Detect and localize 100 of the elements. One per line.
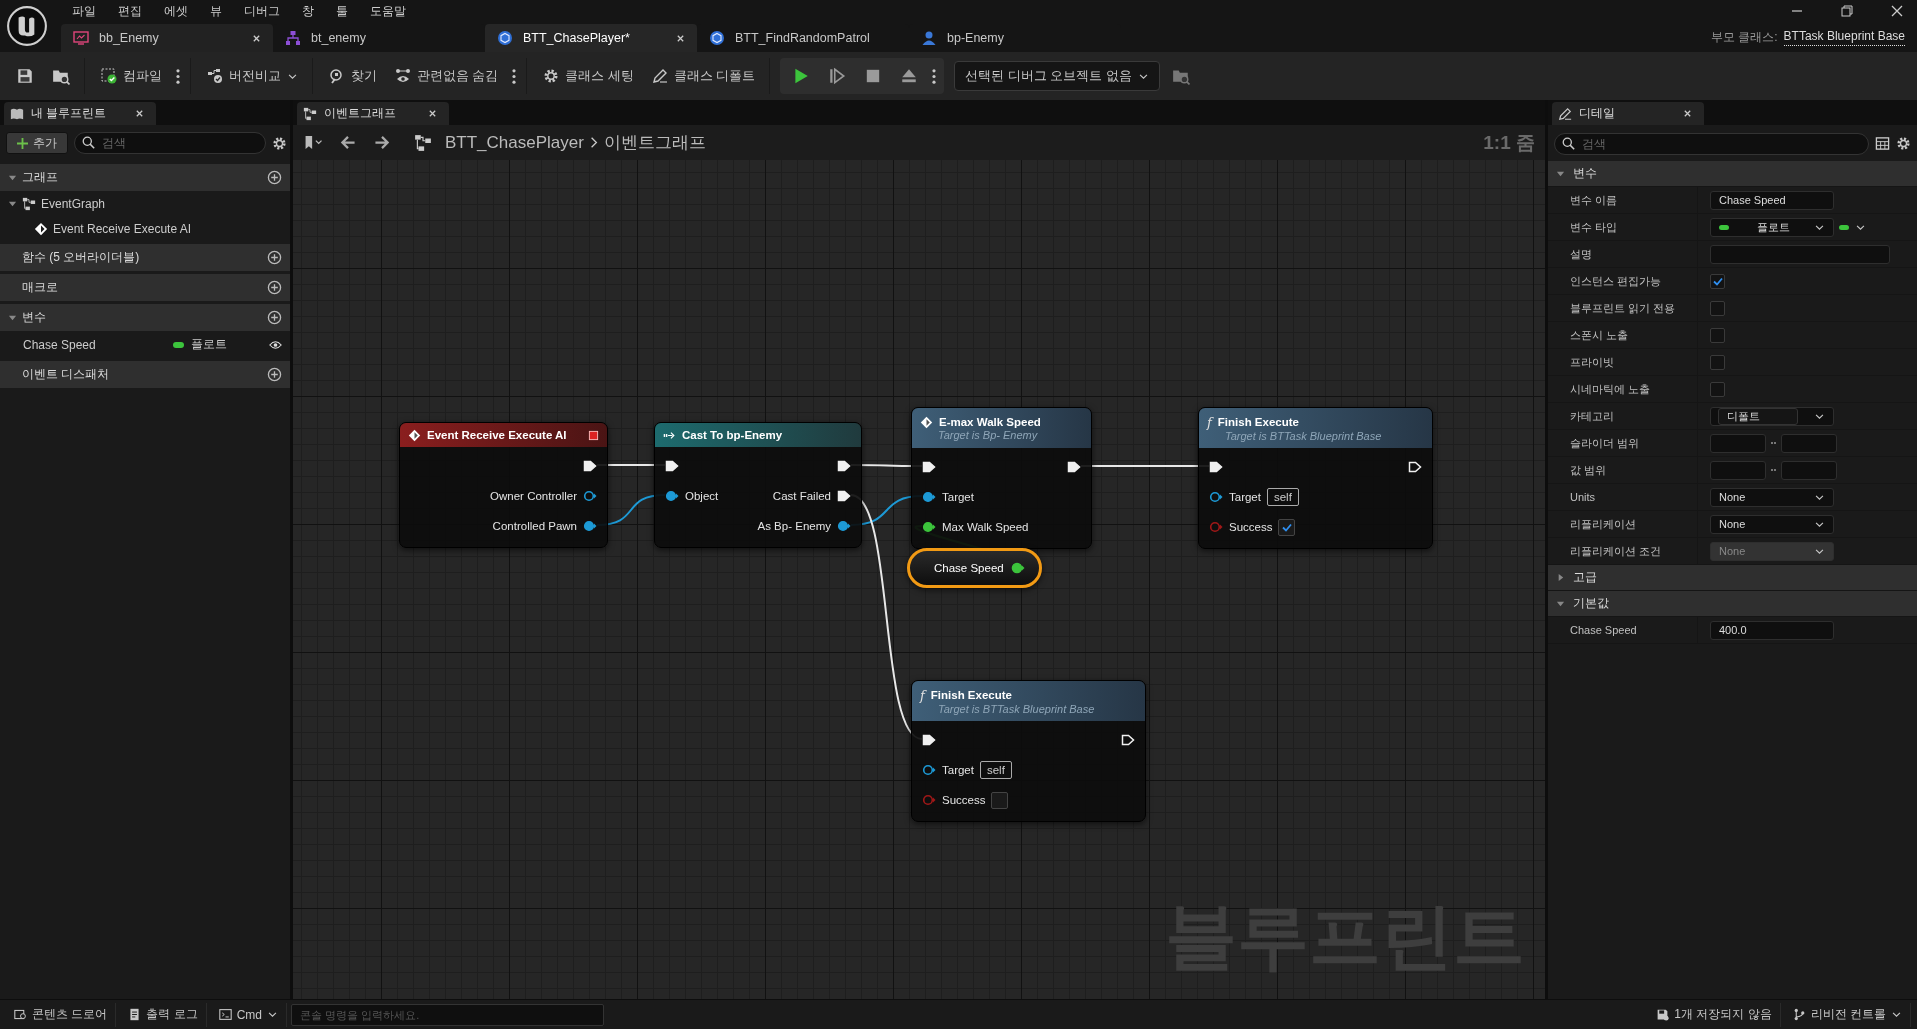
variable-type[interactable]: 플로트 [191, 336, 269, 353]
property-label: 슬라이더 범위 [1548, 430, 1698, 456]
search-field[interactable]: 검색 [74, 132, 266, 154]
section-header[interactable]: 이벤트 디스패처 [0, 361, 290, 388]
function-glyph: f [920, 687, 925, 703]
node-title: Cast To bp-Enemy [682, 429, 784, 441]
section-header[interactable]: 변수 [0, 304, 290, 331]
category-combo-box[interactable]: 디폴트 [1710, 406, 1834, 426]
menu-item[interactable]: 편집 [107, 2, 153, 20]
section-title: 기본값 [1573, 595, 1610, 612]
toolbar-button[interactable]: 컴파일 [95, 61, 168, 91]
parent-class-link[interactable]: BTTask Blueprint Base [1783, 28, 1905, 46]
document-tab[interactable]: bb_Enemy [61, 24, 273, 52]
panel-tab[interactable]: 디테일 [1552, 102, 1704, 125]
panel-tab[interactable]: 내 블루프린트 [4, 102, 156, 125]
graph-node[interactable]: f Finish Execute Target is BTTask Blueprint Base Target self Success [1198, 407, 1433, 549]
section-title: 고급 [1573, 569, 1598, 586]
tree-item[interactable]: Event Receive Execute AI [0, 216, 290, 241]
search-field[interactable]: 검색 [1554, 133, 1869, 155]
graph-node[interactable]: f Finish Execute Target is BTTask Blueprint Base Target self Success [911, 680, 1146, 822]
property-label: 리플리케이션 조건 [1548, 538, 1698, 564]
pin-label: Target [942, 491, 974, 503]
node-subtitle: Target is BTTask Blueprint Base [1224, 429, 1383, 442]
section-title: 매크로 [22, 279, 59, 296]
menu-item[interactable]: 툴 [325, 2, 359, 20]
section-header[interactable]: 매크로 [0, 274, 290, 301]
zoom-label: 1:1 줌 [1483, 130, 1535, 155]
pin-value-field[interactable]: self [979, 761, 1012, 779]
menu-item[interactable]: 디버그 [233, 2, 291, 20]
property-label: 설명 [1548, 241, 1698, 267]
text-field[interactable]: Chase Speed [1710, 190, 1834, 210]
toolbar-button[interactable]: 찾기 [323, 61, 383, 91]
graph-node[interactable]: Chase Speed [907, 548, 1042, 588]
command-dropdown[interactable]: Cmd [210, 1002, 288, 1027]
menu-item[interactable]: 에셋 [153, 2, 199, 20]
text-field[interactable]: 400.0 [1710, 620, 1834, 640]
status-button[interactable]: 출력 로그 [120, 1002, 207, 1027]
property-label: 스폰시 노출 [1548, 322, 1698, 348]
property-label: 변수 타입 [1548, 214, 1698, 240]
node-title: Finish Execute [930, 689, 1013, 701]
section-title: 그래프 [22, 169, 59, 186]
section-header[interactable]: 고급 [1548, 565, 1917, 591]
property-label: 변수 이름 [1548, 187, 1698, 213]
function-glyph: f [1207, 414, 1212, 430]
debug-object-dropdown[interactable]: 선택된 디버그 오브젝트 없음 [954, 61, 1160, 91]
menu-item[interactable]: 파일 [61, 2, 107, 20]
pin-label: Success [1229, 521, 1273, 533]
menu-item[interactable]: 창 [291, 2, 325, 20]
node-subtitle: Target is BTTask Blueprint Base [937, 702, 1096, 715]
parent-class-label: 부모 클래스: [1710, 28, 1778, 46]
property-label: 블루프린트 읽기 전용 [1548, 295, 1698, 321]
dropdown[interactable]: None [1710, 487, 1834, 507]
document-tab[interactable]: BTT_ChasePlayer* [485, 24, 697, 52]
variable-name[interactable]: Chase Speed [23, 337, 173, 352]
property-label: 시네마틱에 노출 [1548, 376, 1698, 402]
node-title: E-max Walk Speed [939, 416, 1042, 428]
toolbar-button[interactable]: 버전비교 [201, 61, 304, 91]
node-title: Finish Execute [1217, 416, 1300, 428]
pin-value-field[interactable]: self [1266, 488, 1299, 506]
pin-label: Target [942, 764, 974, 776]
add-button[interactable]: 추가 [6, 132, 68, 154]
toolbar-button[interactable]: 관련없음 숨김 [389, 61, 505, 91]
toolbar-button[interactable]: 클래스 디폴트 [645, 61, 762, 91]
graph-node[interactable]: Cast To bp-Enemy Object Cast Failed As Bp- Enemy [654, 422, 862, 548]
property-label: 카테고리 [1548, 403, 1698, 429]
section-title: 이벤트 디스패처 [22, 366, 111, 383]
panel-tab[interactable]: 이벤트그래프 [297, 102, 449, 125]
property-label: Units [1548, 484, 1698, 510]
status-button[interactable]: 콘텐츠 드로어 [6, 1002, 117, 1027]
tab-label: BTT_ChasePlayer* [523, 31, 631, 45]
tab-label: bp-Enemy [947, 31, 1005, 45]
breadcrumb-item[interactable]: BTT_ChasePlayer [445, 132, 584, 153]
menu-item[interactable]: 도움말 [359, 2, 417, 20]
section-header[interactable]: 그래프 [0, 164, 290, 191]
pin-label: Object [685, 490, 719, 502]
graph-node[interactable]: E-max Walk Speed Target is Bp- Enemy Target Max Walk Speed [911, 407, 1092, 549]
node-subtitle: Target is Bp- Enemy [937, 428, 1039, 441]
tree-item[interactable]: EventGraph [0, 191, 290, 216]
section-header[interactable]: 변수 [1548, 161, 1917, 187]
breadcrumb-item[interactable]: 이벤트그래프 [603, 131, 706, 154]
property-label: 인스턴스 편집가능 [1548, 268, 1698, 294]
section-header[interactable]: 함수 (5 오버라이더블) [0, 244, 290, 271]
pin-label: Target [1229, 491, 1261, 503]
status-button[interactable]: 리비전 컨트롤 [1784, 1002, 1911, 1027]
property-label: Chase Speed [1548, 617, 1698, 643]
section-header[interactable]: 기본값 [1548, 591, 1917, 617]
status-button[interactable]: 1개 저장되지 않음 [1648, 1002, 1781, 1027]
toolbar-button[interactable]: 클래스 세팅 [537, 61, 640, 91]
menu-item[interactable]: 뷰 [199, 2, 233, 20]
graph-node[interactable]: Event Receive Execute AI Owner Controller Controlled Pawn [399, 422, 608, 548]
pin-label: Max Walk Speed [942, 521, 1029, 533]
node-title: Chase Speed [934, 562, 1004, 574]
node-title: Event Receive Execute AI [427, 429, 568, 441]
type-dropdown[interactable]: 플로트 [1710, 217, 1834, 237]
console-input[interactable]: 콘솔 명령을 입력하세요. [291, 1003, 605, 1026]
property-label: 리플리케이션 [1548, 511, 1698, 537]
pin-label: As Bp- Enemy [757, 520, 831, 532]
dropdown[interactable]: None [1710, 514, 1834, 534]
pin-label: Cast Failed [772, 490, 831, 502]
pin-label: Owner Controller [490, 490, 577, 502]
